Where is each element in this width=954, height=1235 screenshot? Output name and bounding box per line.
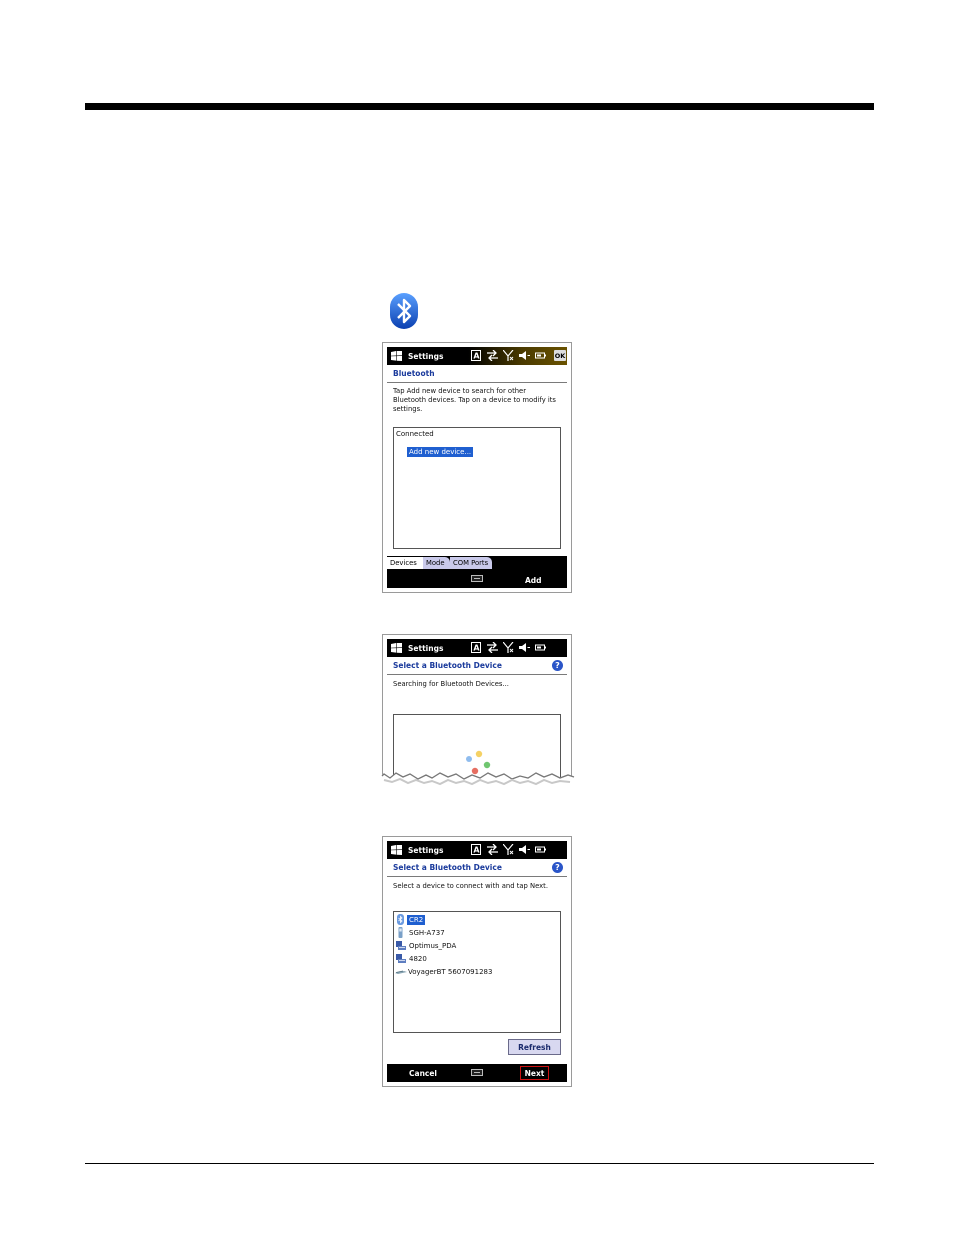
battery-icon (535, 846, 546, 853)
page-title-text: Select a Bluetooth Device (393, 661, 502, 670)
svg-text:A: A (473, 352, 480, 361)
help-icon[interactable]: ? (552, 862, 563, 873)
page-title: Select a Bluetooth Device ? (387, 859, 567, 877)
list-item[interactable]: VoyagerBT 5607091283 (394, 965, 560, 978)
windows-start-icon[interactable] (391, 845, 402, 855)
help-icon[interactable]: ? (552, 660, 563, 671)
status-bar: Settings A (387, 841, 567, 859)
signal-off-icon (503, 350, 514, 361)
screenshot-select-device: Settings A Select a Bluetooth Device ? S… (382, 836, 572, 1087)
signal-off-icon (503, 642, 514, 653)
status-bar: Settings A (387, 639, 567, 657)
status-title: Settings (408, 845, 444, 855)
list-item[interactable]: CR2 (394, 913, 560, 926)
device-name: Optimus_PDA (409, 941, 457, 950)
device-name: SGH-A737 (409, 928, 445, 937)
keyboard-icon[interactable] (471, 575, 483, 582)
keyboard-icon[interactable] (471, 1069, 483, 1076)
battery-icon (535, 644, 546, 651)
status-title: Settings (408, 351, 444, 361)
headset-icon (395, 970, 407, 974)
list-group-label: Connected (396, 430, 434, 438)
instructions: Searching for Bluetooth Devices... (393, 680, 509, 688)
next-soft-key[interactable]: Next (520, 1066, 549, 1080)
input-mode-icon: A (471, 642, 481, 653)
list-item[interactable]: 4820 (394, 952, 560, 965)
instructions: Tap Add new device to search for other B… (393, 387, 556, 413)
sync-arrows-icon (487, 350, 498, 361)
bottom-rule (85, 1163, 874, 1164)
input-mode-icon: A (471, 844, 481, 855)
tab-devices[interactable]: Devices (387, 557, 423, 569)
sync-arrows-icon (487, 642, 498, 653)
svg-text:A: A (473, 846, 480, 855)
soft-key-bar: Add (387, 570, 567, 588)
tab-bar: Devices Mode COM Ports (387, 556, 567, 570)
volume-icon (519, 643, 530, 652)
status-bar: Settings A OK (387, 347, 567, 365)
list-item[interactable]: SGH-A737 (394, 926, 560, 939)
windows-start-icon[interactable] (391, 351, 402, 361)
add-soft-key[interactable]: Add (525, 576, 542, 585)
page-title: Bluetooth (387, 365, 567, 383)
ok-button[interactable]: OK (554, 350, 566, 361)
computer-icon (396, 941, 406, 950)
page-title-text: Select a Bluetooth Device (393, 863, 502, 872)
volume-icon (519, 845, 530, 854)
cancel-soft-key[interactable]: Cancel (409, 1069, 437, 1078)
battery-icon (535, 352, 546, 359)
device-list[interactable]: CR2 SGH-A737 Optimus_PDA 4820 VoyagerBT … (393, 911, 561, 1033)
computer-icon (396, 954, 406, 963)
tab-mode[interactable]: Mode (423, 557, 450, 569)
page-title: Select a Bluetooth Device ? (387, 657, 567, 675)
device-name: 4820 (409, 954, 427, 963)
device-name: CR2 (407, 914, 426, 925)
add-new-device-item[interactable]: Add new device... (407, 447, 474, 457)
phone-icon (398, 927, 403, 938)
bluetooth-icon (390, 293, 418, 329)
sync-arrows-icon (487, 844, 498, 855)
device-list[interactable]: Connected Add new device... (393, 427, 561, 549)
input-mode-icon: A (471, 350, 481, 361)
torn-edge (378, 772, 578, 792)
list-item[interactable]: Optimus_PDA (394, 939, 560, 952)
refresh-button[interactable]: Refresh (508, 1039, 561, 1055)
screenshot-bluetooth-settings: Settings A OK Bluetooth Tap Add new devi… (382, 342, 572, 593)
svg-text:A: A (473, 644, 480, 653)
soft-key-bar: Cancel Next (387, 1064, 567, 1082)
bluetooth-device-icon (397, 914, 404, 925)
top-rule (85, 103, 874, 110)
device-name: VoyagerBT 5607091283 (408, 967, 493, 976)
windows-start-icon[interactable] (391, 643, 402, 653)
volume-icon (519, 351, 530, 360)
tab-com-ports[interactable]: COM Ports (450, 557, 492, 569)
status-title: Settings (408, 643, 444, 653)
instructions: Select a device to connect with and tap … (393, 882, 549, 890)
signal-off-icon (503, 844, 514, 855)
